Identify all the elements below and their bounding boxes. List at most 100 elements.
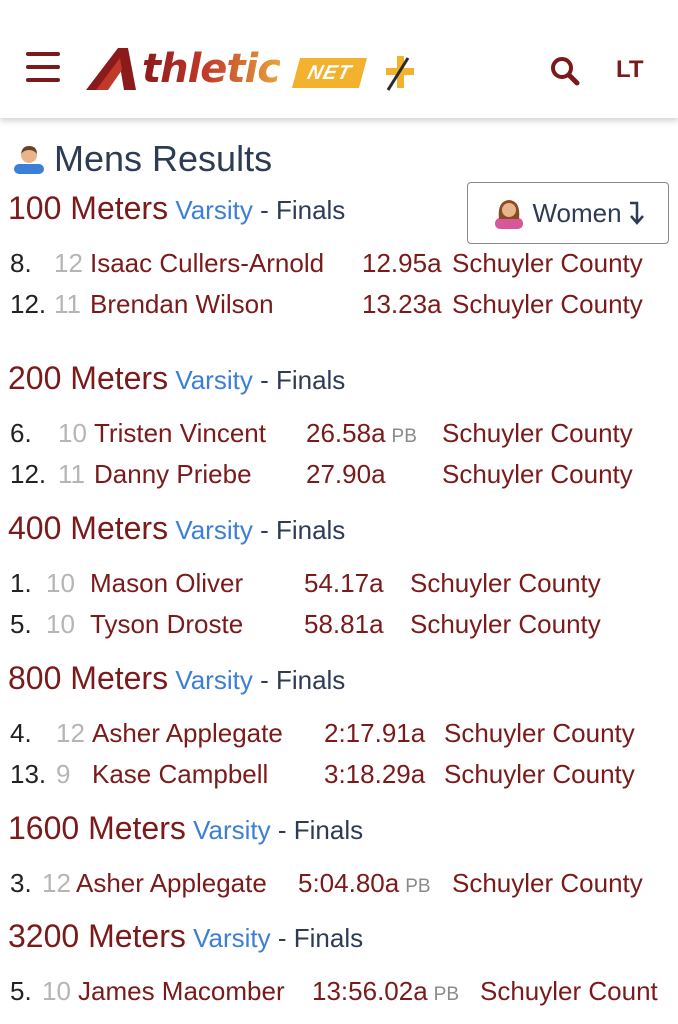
result-place: 1. xyxy=(10,568,32,598)
athlete-name-link[interactable]: Tyson Droste xyxy=(90,609,243,640)
result-place: 4. xyxy=(10,718,32,748)
athlete-name-link[interactable]: Asher Applegate xyxy=(76,868,267,899)
result-mark[interactable]: 58.81a xyxy=(304,609,384,640)
event-name[interactable]: 800 Meters xyxy=(8,660,168,696)
result-mark[interactable]: 2:17.91a xyxy=(324,718,425,749)
result-mark[interactable]: 26.58a PB xyxy=(306,418,417,449)
mark-value: 5:04.80a xyxy=(298,868,400,898)
result-mark[interactable]: 27.90a xyxy=(306,459,386,490)
result-place: 3. xyxy=(10,868,32,898)
result-row: 12. 11 Danny Priebe 27.90a Schuyler County xyxy=(10,459,678,495)
team-name-link[interactable]: Schuyler Count xyxy=(480,976,658,1007)
event-level[interactable]: Varsity xyxy=(175,665,253,695)
result-place: 5. xyxy=(10,976,32,1006)
event-separator: - xyxy=(252,195,276,225)
team-name-link[interactable]: Schuyler County xyxy=(452,289,643,320)
event-title: 200 Meters Varsity - Finals xyxy=(8,360,345,397)
mark-value: 3:18.29a xyxy=(324,759,426,789)
result-mark[interactable]: 3:18.29a xyxy=(324,759,425,790)
athlete-name-link[interactable]: Danny Priebe xyxy=(94,459,252,490)
event-header: 200 Meters Varsity - Finals xyxy=(8,360,345,397)
result-row: 3. 12 Asher Applegate 5:04.80a PB Schuyler Co… xyxy=(10,868,678,904)
logo-text: thletic xyxy=(142,46,281,92)
event-title: 1600 Meters Varsity - Finals xyxy=(8,810,363,847)
result-grade: 11 xyxy=(54,289,81,319)
event-level[interactable]: Varsity xyxy=(175,515,253,545)
event-round: Finals xyxy=(275,195,346,225)
result-mark[interactable]: 54.17a xyxy=(304,568,384,599)
result-grade: 10 xyxy=(46,568,75,598)
athlete-name-link[interactable]: Tristen Vincent xyxy=(94,418,266,449)
result-place: 8. xyxy=(10,248,32,278)
team-name-link[interactable]: Schuyler County xyxy=(452,868,643,899)
pb-badge: PB xyxy=(405,876,431,897)
event-level[interactable]: Varsity xyxy=(175,195,253,225)
hamburger-icon[interactable] xyxy=(26,52,62,82)
athlete-name-link[interactable]: James Macomber xyxy=(78,976,285,1007)
event-name[interactable]: 3200 Meters xyxy=(8,918,186,954)
athlete-name-link[interactable]: Mason Oliver xyxy=(90,568,243,599)
event-title: 400 Meters Varsity - Finals xyxy=(8,510,345,547)
event-name[interactable]: 400 Meters xyxy=(8,510,168,546)
event-round: Finals xyxy=(293,923,364,953)
result-row: 5. 10 Tyson Droste 58.81a Schuyler County xyxy=(10,609,678,645)
search-icon[interactable] xyxy=(550,56,580,86)
event-round: Finals xyxy=(293,815,364,845)
event-title: 100 Meters Varsity - Finals xyxy=(8,190,345,227)
result-row: 12. 11 Brendan Wilson 13.23a Schuyler County xyxy=(10,289,678,325)
event-header: 1600 Meters Varsity - Finals xyxy=(8,810,363,847)
mark-value: 58.81a xyxy=(304,609,384,639)
event-separator: - xyxy=(252,365,276,395)
event-separator: - xyxy=(252,515,276,545)
event-separator: - xyxy=(252,665,276,695)
result-grade: 11 xyxy=(58,459,85,489)
result-mark[interactable]: 13:56.02a PB xyxy=(312,976,459,1007)
event-level[interactable]: Varsity xyxy=(175,365,253,395)
athlete-name-link[interactable]: Brendan Wilson xyxy=(90,289,274,320)
result-place: 5. xyxy=(10,609,32,639)
mark-value: 13:56.02a xyxy=(312,976,428,1006)
event-title: 3200 Meters Varsity - Finals xyxy=(8,918,363,955)
result-place: 13. xyxy=(10,759,47,789)
team-name-link[interactable]: Schuyler County xyxy=(444,759,635,790)
event-header: 3200 Meters Varsity - Finals xyxy=(8,918,363,955)
app-header: thletic NET LT xyxy=(0,0,678,118)
result-row: 13. 9 Kase Campbell 3:18.29a Schuyler County xyxy=(10,759,678,795)
event-title: 800 Meters Varsity - Finals xyxy=(8,660,345,697)
result-row: 1. 10 Mason Oliver 54.17a Schuyler County xyxy=(10,568,678,604)
event-name[interactable]: 100 Meters xyxy=(8,190,168,226)
team-name-link[interactable]: Schuyler County xyxy=(410,609,601,640)
event-name[interactable]: 200 Meters xyxy=(8,360,168,396)
team-name-link[interactable]: Schuyler County xyxy=(442,459,633,490)
result-place: 12. xyxy=(10,289,47,319)
plus-icon xyxy=(386,56,414,91)
mark-value: 12.95a xyxy=(362,248,442,278)
athlete-name-link[interactable]: Asher Applegate xyxy=(92,718,283,749)
result-grade: 12 xyxy=(56,718,85,748)
event-header: 800 Meters Varsity - Finals xyxy=(8,660,345,697)
event-level[interactable]: Varsity xyxy=(193,923,271,953)
women-toggle-label: Women xyxy=(532,197,622,228)
woman-icon xyxy=(495,200,524,229)
result-mark[interactable]: 13.23a xyxy=(362,289,442,320)
user-initials-button[interactable]: LT xyxy=(616,56,644,84)
athlete-name-link[interactable]: Isaac Cullers-Arnold xyxy=(90,248,324,279)
event-round: Finals xyxy=(275,665,346,695)
event-separator: - xyxy=(270,815,294,845)
athleticnet-logo[interactable]: thletic NET xyxy=(84,44,424,96)
mark-value: 2:17.91a xyxy=(324,718,426,748)
mark-value: 26.58a xyxy=(306,418,386,448)
team-name-link[interactable]: Schuyler County xyxy=(410,568,601,599)
team-name-link[interactable]: Schuyler County xyxy=(444,718,635,749)
women-toggle-button[interactable]: Women xyxy=(467,182,669,244)
athlete-name-link[interactable]: Kase Campbell xyxy=(92,759,268,790)
event-round: Finals xyxy=(275,515,346,545)
team-name-link[interactable]: Schuyler County xyxy=(452,248,643,279)
event-name[interactable]: 1600 Meters xyxy=(8,810,186,846)
event-level[interactable]: Varsity xyxy=(193,815,271,845)
result-row: 6. 10 Tristen Vincent 26.58a PB Schuyler Coun… xyxy=(10,418,678,454)
result-grade: 10 xyxy=(42,976,71,1006)
result-mark[interactable]: 12.95a xyxy=(362,248,442,279)
team-name-link[interactable]: Schuyler County xyxy=(442,418,633,449)
result-mark[interactable]: 5:04.80a PB xyxy=(298,868,431,899)
